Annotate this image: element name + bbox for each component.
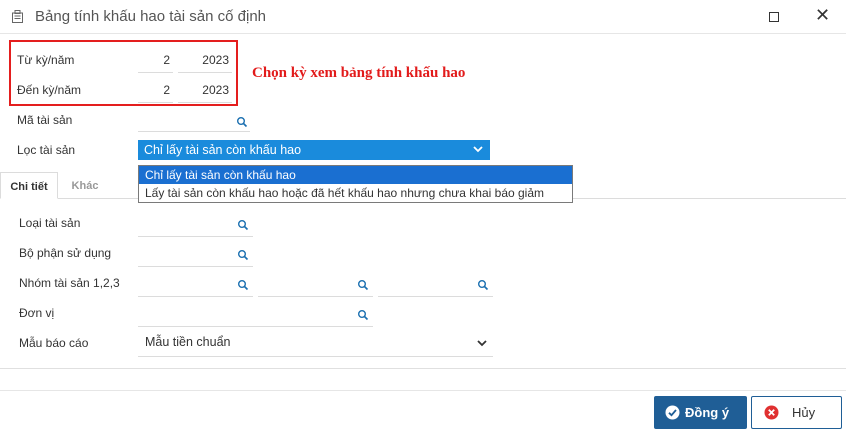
chevron-down-icon[interactable] <box>476 337 488 349</box>
search-icon[interactable] <box>237 279 249 291</box>
search-icon[interactable] <box>236 116 248 128</box>
from-year-input[interactable]: 2023 <box>178 53 229 67</box>
app-icon <box>12 10 23 23</box>
search-icon[interactable] <box>357 309 369 321</box>
search-icon[interactable] <box>237 219 249 231</box>
asset-code-input[interactable] <box>138 110 250 130</box>
filter-label: Lọc tài sản <box>17 143 76 157</box>
title-bar: Bảng tính khấu hao tài sản cố định ✕ <box>0 0 846 34</box>
asset-group2-input[interactable] <box>258 296 373 297</box>
asset-type-label: Loại tài sản <box>19 216 81 230</box>
template-select[interactable]: Mẫu tiền chuẩn <box>145 335 230 349</box>
asset-group-label: Nhóm tài sản 1,2,3 <box>19 276 120 290</box>
template-underline <box>138 356 493 357</box>
check-circle-icon <box>665 405 680 420</box>
to-year-input[interactable]: 2023 <box>178 83 229 97</box>
asset-type-input[interactable] <box>138 236 253 237</box>
search-icon[interactable] <box>357 279 369 291</box>
department-label: Bộ phận sử dụng <box>19 246 112 260</box>
filter-selected-value: Chỉ lấy tài sản còn khấu hao <box>144 143 302 157</box>
cancel-circle-icon <box>764 405 779 420</box>
asset-group3-input[interactable] <box>378 296 493 297</box>
filter-select[interactable]: Chỉ lấy tài sản còn khấu hao <box>138 140 490 160</box>
from-period-underline <box>138 72 173 73</box>
close-icon[interactable]: ✕ <box>815 5 830 25</box>
search-icon[interactable] <box>237 249 249 261</box>
panel-divider <box>0 368 846 369</box>
asset-code-underline <box>138 131 250 132</box>
cancel-button-label: Hủy <box>792 405 816 420</box>
from-period-input[interactable]: 2 <box>138 53 170 67</box>
department-input[interactable] <box>138 266 253 267</box>
tab-khac[interactable]: Khác <box>62 172 108 199</box>
dropdown-option-remaining[interactable]: Chỉ lấy tài sản còn khấu hao <box>139 166 572 184</box>
to-period-underline <box>138 102 173 103</box>
unit-label: Đơn vị <box>19 306 55 320</box>
filter-dropdown-list: Chỉ lấy tài sản còn khấu hao Lấy tài sản… <box>138 165 573 203</box>
unit-input[interactable] <box>138 326 373 327</box>
to-year-underline <box>178 102 232 103</box>
tab-chi-tiet[interactable]: Chi tiết <box>0 172 58 199</box>
maximize-icon[interactable] <box>769 12 779 22</box>
ok-button[interactable]: Đồng ý <box>654 396 747 429</box>
template-label: Mẫu báo cáo <box>19 336 89 350</box>
dropdown-option-all[interactable]: Lấy tài sản còn khấu hao hoặc đã hết khấ… <box>139 184 572 202</box>
asset-group1-input[interactable] <box>138 296 253 297</box>
annotation-text: Chọn kỳ xem bảng tính khấu hao <box>252 65 466 81</box>
to-period-input[interactable]: 2 <box>138 83 170 97</box>
footer-divider <box>0 390 846 391</box>
asset-code-label: Mã tài sản <box>17 113 73 127</box>
from-year-underline <box>178 72 232 73</box>
to-period-label: Đến kỳ/năm <box>17 83 82 97</box>
chevron-down-icon <box>473 146 483 153</box>
from-period-label: Từ kỳ/năm <box>17 53 75 67</box>
ok-button-label: Đồng ý <box>685 405 730 420</box>
window-title: Bảng tính khấu hao tài sản cố định <box>35 8 267 25</box>
cancel-button[interactable]: Hủy <box>751 396 842 429</box>
search-icon[interactable] <box>477 279 489 291</box>
